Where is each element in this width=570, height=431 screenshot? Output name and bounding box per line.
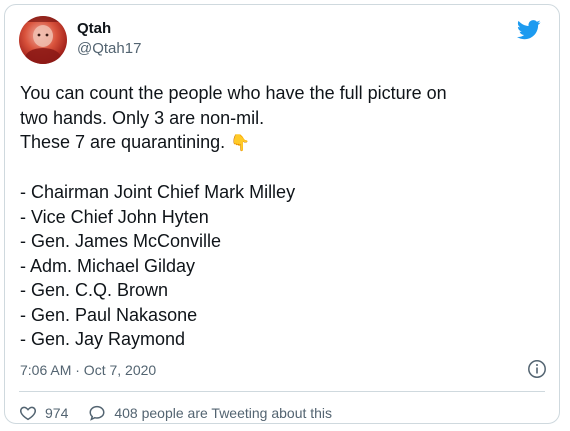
list-item: - Gen. Paul Nakasone: [20, 304, 198, 325]
list-item: - Gen. James McConville: [20, 231, 222, 251]
avatar[interactable]: [19, 16, 67, 64]
list-item: - Chairman Joint Chief Mark Milley: [20, 182, 296, 202]
twitter-bird-icon[interactable]: [517, 20, 541, 40]
info-icon[interactable]: [527, 359, 547, 379]
list-item: - Adm. Michael Gilday: [20, 255, 196, 276]
tweet-actions: 974 408 people are Tweeting about this: [19, 403, 352, 423]
heart-icon: [19, 406, 37, 421]
list-item: - Gen. Jay Raymond: [20, 329, 186, 349]
pointing-down-emoji: 👇: [230, 133, 251, 152]
tweeting-about-this-link[interactable]: 408 people are Tweeting about this: [88, 404, 332, 422]
tweet-line: These 7 are quarantining. 👇: [20, 130, 545, 156]
like-button[interactable]: 974: [19, 404, 68, 422]
list-item: - Vice Chief John Hyten: [20, 206, 209, 227]
tweet-line: You can count the people who have the fu…: [20, 83, 447, 103]
tweet-line: two hands. Only 3 are non-mil.: [20, 107, 265, 128]
list-item: - Gen. C.Q. Brown: [20, 280, 169, 300]
tweet-timestamp[interactable]: 7:06 AM · Oct 7, 2020: [20, 362, 156, 378]
tweet-card[interactable]: Qtah @Qtah17 You can count the people wh…: [4, 4, 560, 424]
display-name[interactable]: Qtah: [77, 20, 111, 37]
like-count: 974: [45, 405, 69, 421]
user-handle[interactable]: @Qtah17: [77, 40, 141, 57]
divider: [19, 391, 545, 392]
avatar-image: [19, 16, 67, 64]
tweeting-about-text: 408 people are Tweeting about this: [114, 405, 333, 421]
tweet-header: Qtah @Qtah17: [19, 16, 545, 66]
speech-bubble-icon: [89, 405, 105, 421]
tweet-body: You can count the people who have the fu…: [20, 81, 545, 352]
tweet-line-text: These 7 are quarantining.: [20, 132, 231, 152]
